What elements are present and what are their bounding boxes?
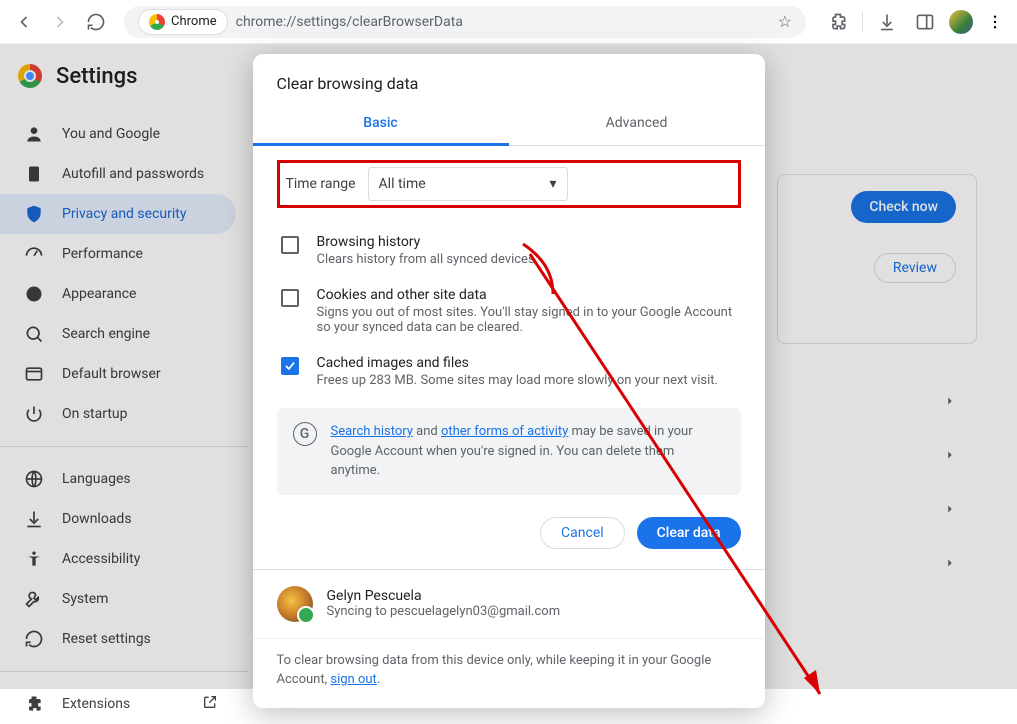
option-desc: Clears history from all synced devices <box>317 252 535 267</box>
forward-icon[interactable] <box>46 8 74 36</box>
user-avatar <box>277 586 313 622</box>
profile-avatar[interactable] <box>949 10 973 34</box>
user-name: Gelyn Pescuela <box>327 588 561 604</box>
external-link-icon <box>202 694 218 714</box>
sidebar-item-extensions[interactable]: Extensions <box>0 684 236 724</box>
downloads-icon[interactable] <box>873 8 901 36</box>
time-range-select[interactable]: All time ▾ <box>368 167 568 201</box>
time-range-row: Time range All time ▾ <box>277 160 741 208</box>
option-desc: Signs you out of most sites. You'll stay… <box>317 305 737 335</box>
option-title: Cached images and files <box>317 355 718 371</box>
cancel-button[interactable]: Cancel <box>540 517 625 549</box>
reload-icon[interactable] <box>82 8 110 36</box>
checkbox[interactable] <box>281 236 299 254</box>
dialog-tabs: Basic Advanced <box>253 101 765 146</box>
option-title: Cookies and other site data <box>317 287 737 303</box>
chrome-logo-icon <box>149 14 165 30</box>
google-g-icon: G <box>293 422 317 446</box>
info-text: Search history and other forms of activi… <box>331 422 725 481</box>
toolbar-right <box>814 8 1007 36</box>
search-history-link[interactable]: Search history <box>331 424 413 439</box>
toolbar-separator <box>862 12 863 32</box>
option-browsing-history[interactable]: Browsing history Clears history from all… <box>277 224 741 277</box>
sidebar-item-label: Extensions <box>62 696 130 712</box>
option-desc: Frees up 283 MB. Some sites may load mor… <box>317 373 718 388</box>
page-area: Settings You and Google Autofill and pas… <box>0 44 1017 689</box>
other-activity-link[interactable]: other forms of activity <box>441 424 568 439</box>
time-range-label: Time range <box>286 176 356 192</box>
sync-status: Syncing to pescuelagelyn03@gmail.com <box>327 604 561 619</box>
omnibox[interactable]: Chrome chrome://settings/clearBrowserDat… <box>124 6 806 38</box>
checkbox[interactable] <box>281 357 299 375</box>
chevron-down-icon: ▾ <box>550 176 557 192</box>
info-box: G Search history and other forms of acti… <box>277 408 741 495</box>
option-cookies[interactable]: Cookies and other site data Signs you ou… <box>277 277 741 345</box>
sign-out-link[interactable]: sign out <box>330 672 376 687</box>
dialog-footnote: To clear browsing data from this device … <box>253 638 765 708</box>
omnibox-url: chrome://settings/clearBrowserData <box>236 14 770 30</box>
clear-browsing-data-dialog: Clear browsing data Basic Advanced Time … <box>253 54 765 708</box>
clear-data-button[interactable]: Clear data <box>637 517 741 549</box>
bookmark-star-icon[interactable]: ☆ <box>778 12 792 31</box>
tab-advanced[interactable]: Advanced <box>509 101 765 145</box>
dialog-actions: Cancel Clear data <box>253 501 765 569</box>
back-icon[interactable] <box>10 8 38 36</box>
time-range-value: All time <box>379 176 426 192</box>
puzzle-icon <box>24 694 44 714</box>
omnibox-chip-label: Chrome <box>171 14 217 29</box>
option-cache[interactable]: Cached images and files Frees up 283 MB.… <box>277 345 741 398</box>
browser-toolbar: Chrome chrome://settings/clearBrowserDat… <box>0 0 1017 44</box>
option-title: Browsing history <box>317 234 535 250</box>
checkbox[interactable] <box>281 289 299 307</box>
kebab-menu-icon[interactable] <box>983 10 1007 34</box>
panel-icon[interactable] <box>911 8 939 36</box>
dialog-title: Clear browsing data <box>253 54 765 101</box>
dialog-body: Time range All time ▾ Browsing history C… <box>253 146 765 501</box>
omnibox-chip: Chrome <box>138 9 228 35</box>
extensions-icon[interactable] <box>824 8 852 36</box>
tab-basic[interactable]: Basic <box>253 101 509 145</box>
sync-footer: Gelyn Pescuela Syncing to pescuelagelyn0… <box>253 569 765 638</box>
